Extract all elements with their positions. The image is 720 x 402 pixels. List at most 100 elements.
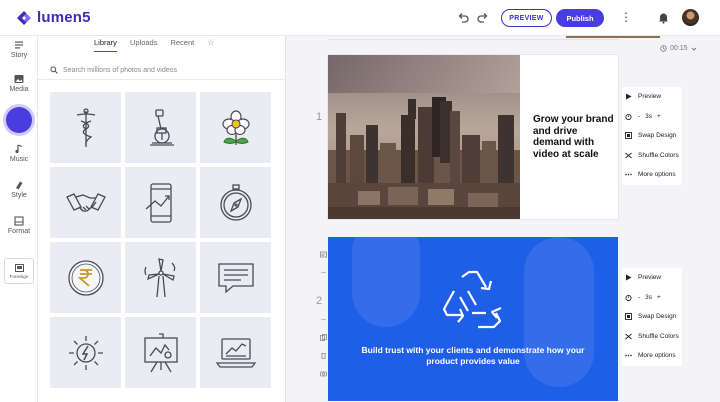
- shuffle-icon: [625, 152, 632, 159]
- growth-phone-icon: [145, 182, 172, 223]
- stopwatch-icon: [625, 294, 632, 301]
- search-bar[interactable]: Search millions of photos and videos: [50, 63, 274, 77]
- format-icon: [14, 216, 24, 226]
- tab-library[interactable]: Library: [94, 38, 117, 52]
- media-tile-rupee-coin[interactable]: [50, 242, 121, 313]
- rail-item-music[interactable]: Music: [0, 144, 38, 163]
- media-tile-laptop-chart[interactable]: [200, 317, 271, 388]
- publish-button[interactable]: Publish: [556, 9, 604, 27]
- drag-up-icon[interactable]: [320, 269, 327, 276]
- media-library-panel: Library Uploads Recent ☆ Search millions…: [38, 36, 286, 402]
- user-avatar[interactable]: [682, 9, 699, 26]
- scene-2-headline[interactable]: Build trust with your clients and demons…: [348, 345, 598, 367]
- notification-bell-icon[interactable]: [657, 11, 670, 24]
- duplicate-icon[interactable]: [319, 334, 327, 341]
- media-tile-flower[interactable]: [200, 92, 271, 163]
- media-tile-handshake[interactable]: [50, 167, 121, 238]
- media-tile-wind-turbine[interactable]: [125, 242, 196, 313]
- rail-label-style: Style: [11, 192, 27, 199]
- scene-1-more-options[interactable]: More options: [622, 165, 682, 185]
- duration-value-field[interactable]: 3s: [645, 294, 652, 301]
- tab-recent[interactable]: Recent: [170, 38, 194, 52]
- camera-icon[interactable]: [319, 370, 327, 377]
- rail-item-style[interactable]: Style: [0, 180, 38, 199]
- foreground-icon: [14, 263, 24, 272]
- rail-label-media: Media: [9, 86, 29, 93]
- scene-canvas: 00:15 1 Grow your brand and drive demand…: [286, 36, 720, 402]
- delete-icon[interactable]: [320, 352, 327, 359]
- top-bar: lumen5 PREVIEW Publish ⋮: [0, 0, 720, 36]
- total-duration[interactable]: 00:15: [660, 45, 697, 52]
- shuffle-colors-label: Shuffle Colors: [638, 151, 679, 159]
- favorites-star-icon[interactable]: ☆: [207, 38, 214, 52]
- duration-decrease-button[interactable]: -: [638, 113, 640, 120]
- scene-1-headline[interactable]: Grow your brand and drive demand with vi…: [533, 114, 615, 160]
- media-tile-compass[interactable]: [200, 167, 271, 238]
- more-options-label: More options: [638, 352, 676, 360]
- media-tile-chat-bubble[interactable]: [200, 242, 271, 313]
- preview-label: Preview: [638, 274, 662, 282]
- rail-item-story[interactable]: Story: [0, 40, 38, 59]
- shuffle-icon: [625, 333, 632, 340]
- rail-active-indicator[interactable]: [6, 107, 32, 133]
- scene-1-shuffle-colors-option[interactable]: Shuffle Colors: [622, 146, 682, 166]
- rail-label-format: Format: [7, 228, 31, 235]
- scene-2-shuffle-colors-option[interactable]: Shuffle Colors: [622, 327, 682, 347]
- style-icon: [16, 181, 23, 190]
- drag-down-icon[interactable]: [320, 316, 327, 323]
- redo-icon[interactable]: [476, 11, 490, 25]
- search-icon: [50, 66, 58, 74]
- media-tile-microscope[interactable]: [125, 92, 196, 163]
- scene-2-more-options[interactable]: More options: [622, 346, 682, 366]
- previous-scene-thumbnail: [566, 36, 660, 38]
- ellipsis-icon: [625, 173, 632, 176]
- preview-button[interactable]: PREVIEW: [501, 9, 552, 27]
- rail-item-foreground[interactable]: Fonesign: [4, 258, 34, 284]
- search-divider: [38, 79, 286, 80]
- scene-2-preview-option[interactable]: Preview: [622, 268, 682, 288]
- scene-2-slide[interactable]: Build trust with your clients and demons…: [328, 237, 618, 401]
- duration-value-field[interactable]: 3s: [645, 113, 652, 120]
- scene-2-side-tools: [319, 251, 327, 276]
- previous-scene-edge: [328, 36, 660, 40]
- scene-1-city-photo[interactable]: [328, 55, 520, 219]
- compass-icon: [219, 183, 252, 221]
- tab-uploads[interactable]: Uploads: [130, 38, 158, 52]
- media-tile-solar-energy[interactable]: [50, 317, 121, 388]
- media-tile-presentation-board[interactable]: [125, 317, 196, 388]
- clock-icon: [660, 45, 667, 52]
- media-tile-caduceus[interactable]: [50, 92, 121, 163]
- scene-1-preview-option[interactable]: Preview: [622, 87, 682, 107]
- swap-design-icon: [625, 132, 632, 140]
- logo[interactable]: lumen5: [16, 9, 91, 26]
- music-icon: [15, 144, 23, 154]
- swap-design-label: Swap Design: [638, 132, 677, 140]
- chat-bubble-icon: [217, 262, 254, 293]
- scene-2-side-tools-lower: [319, 316, 327, 377]
- wind-turbine-icon: [143, 257, 175, 297]
- play-icon: [626, 274, 632, 281]
- scene-1-slide[interactable]: Grow your brand and drive demand with vi…: [328, 55, 618, 219]
- search-input[interactable]: Search millions of photos and videos: [63, 67, 177, 74]
- media-tile-growth-phone[interactable]: [125, 167, 196, 238]
- swap-design-icon: [625, 313, 632, 321]
- duration-increase-button[interactable]: +: [657, 294, 661, 301]
- caption-icon[interactable]: [319, 251, 327, 258]
- duration-decrease-button[interactable]: -: [638, 294, 640, 301]
- undo-icon[interactable]: [456, 11, 470, 25]
- rupee-coin-icon: [67, 259, 104, 296]
- library-tabs: Library Uploads Recent ☆: [94, 38, 214, 52]
- scene-1-options-menu: Preview - 3s + Swap Design Shuffle Color…: [622, 87, 682, 185]
- duration-value: 00:15: [670, 45, 688, 52]
- scene-2-swap-design-option[interactable]: Swap Design: [622, 307, 682, 327]
- swap-design-label: Swap Design: [638, 313, 677, 321]
- lumen5-logo-icon: [17, 10, 31, 25]
- rail-item-media[interactable]: Media: [0, 74, 38, 93]
- logo-text: lumen5: [37, 9, 91, 26]
- scene-1-swap-design-option[interactable]: Swap Design: [622, 126, 682, 146]
- more-menu-icon[interactable]: ⋮: [620, 11, 632, 23]
- duration-increase-button[interactable]: +: [657, 113, 661, 120]
- laptop-chart-icon: [215, 337, 256, 368]
- shuffle-colors-label: Shuffle Colors: [638, 332, 679, 340]
- rail-item-format[interactable]: Format: [0, 216, 38, 235]
